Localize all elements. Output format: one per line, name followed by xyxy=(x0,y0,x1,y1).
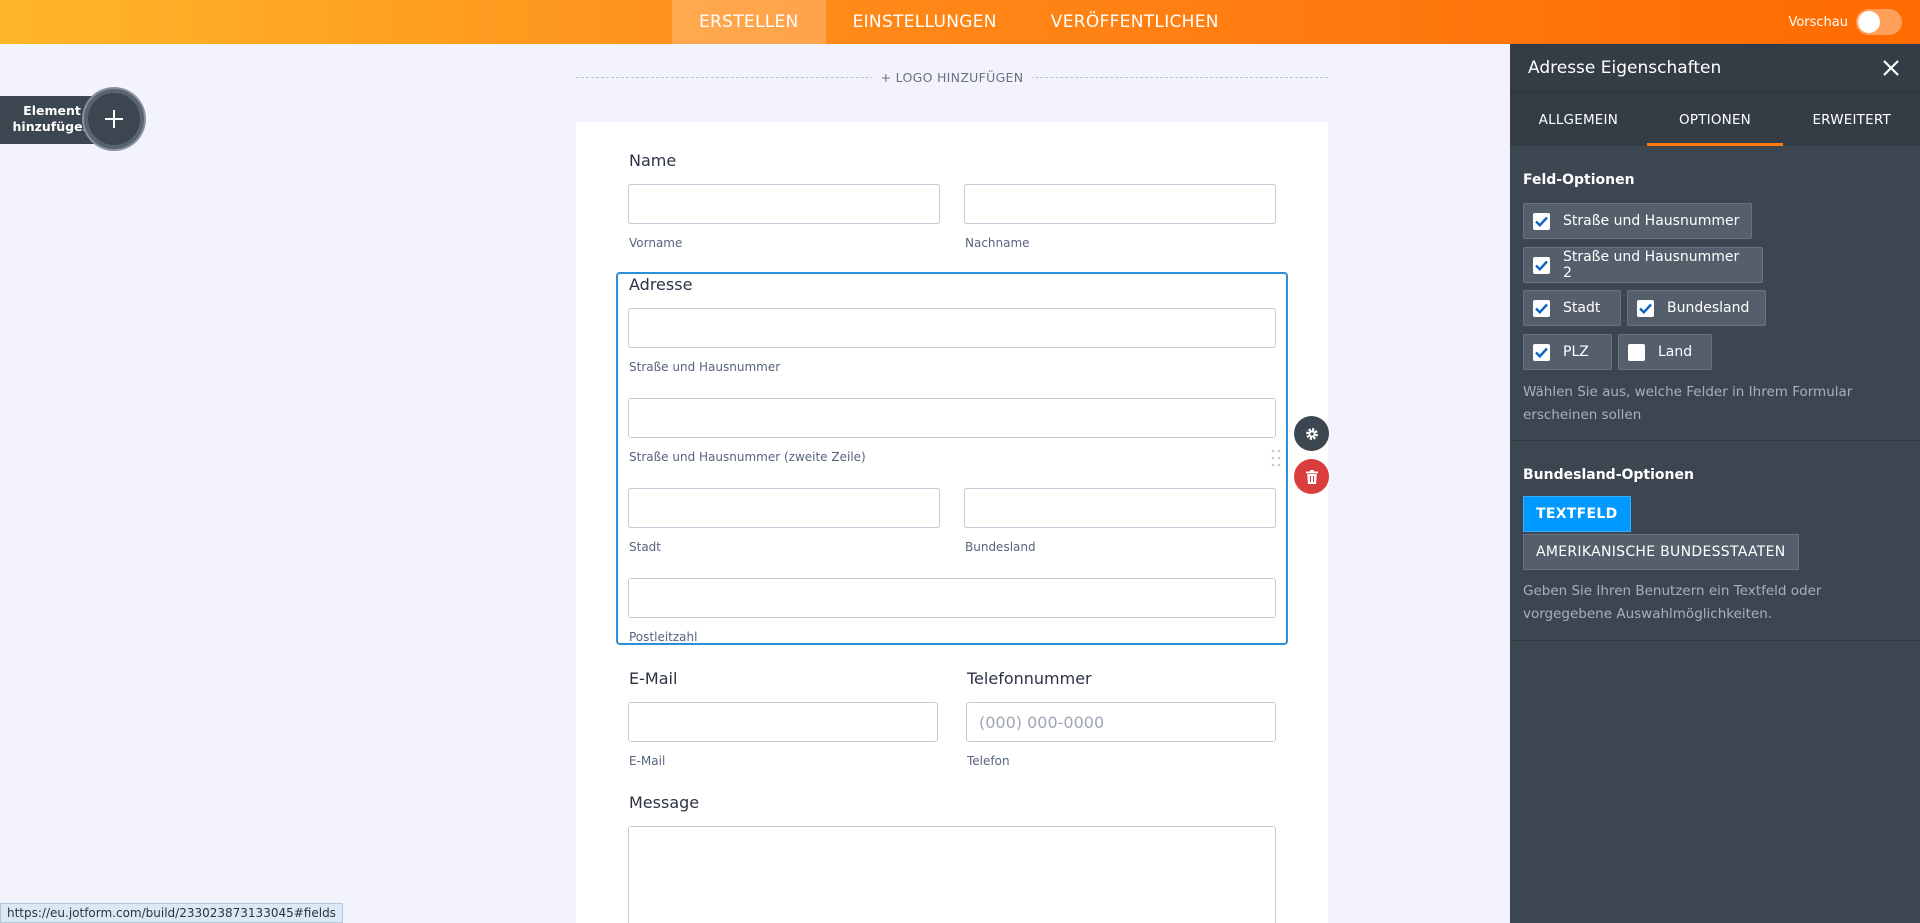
gear-icon xyxy=(1305,427,1318,440)
street-sublabel: Straße und Hausnummer xyxy=(629,360,781,374)
checkbox-unchecked-icon xyxy=(1628,343,1645,361)
top-nav: ERSTELLEN EINSTELLUNGEN VERÖFFENTLICHEN xyxy=(672,0,1246,44)
email-sublabel: E-Mail xyxy=(629,754,666,768)
tab-veroeffentlichen[interactable]: VERÖFFENTLICHEN xyxy=(1024,0,1246,44)
panel-tabs: ALLGEMEIN OPTIONEN ERWEITERT xyxy=(1510,92,1920,146)
option-country-label: Land xyxy=(1658,344,1693,360)
status-url: https://eu.jotform.com/build/23302387313… xyxy=(0,903,343,923)
close-panel-button[interactable] xyxy=(1880,57,1902,79)
preview-label: Vorschau xyxy=(1788,14,1848,30)
state-option-us-states-button[interactable]: AMERIKANISCHE BUNDESSTAATEN xyxy=(1523,534,1799,570)
panel-tab-allgemein[interactable]: ALLGEMEIN xyxy=(1510,93,1647,146)
checkbox-checked-icon xyxy=(1533,212,1550,230)
panel-tab-optionen[interactable]: OPTIONEN xyxy=(1646,93,1784,146)
add-logo-link[interactable]: + LOGO HINZUFÜGEN xyxy=(872,70,1032,85)
email-input[interactable] xyxy=(628,702,938,742)
preview-control: Vorschau xyxy=(1788,0,1902,44)
checkbox-checked-icon xyxy=(1533,343,1550,361)
tab-einstellungen[interactable]: EINSTELLUNGEN xyxy=(826,0,1024,44)
street2-input[interactable] xyxy=(628,398,1276,438)
state-input[interactable] xyxy=(964,488,1276,528)
field-options-help: Wählen Sie aus, welche Felder in Ihrem F… xyxy=(1523,384,1853,423)
option-zip-label: PLZ xyxy=(1563,344,1589,360)
state-options-help: Geben Sie Ihren Benutzern ein Textfeld o… xyxy=(1523,583,1822,622)
add-element-label-line2: hinzufügen xyxy=(12,119,92,134)
trash-icon xyxy=(1305,469,1318,484)
section-divider xyxy=(1510,640,1920,641)
option-street-label: Straße und Hausnummer xyxy=(1563,213,1740,229)
tab-erstellen[interactable]: ERSTELLEN xyxy=(672,0,826,44)
field-delete-button[interactable] xyxy=(1294,459,1329,494)
option-state[interactable]: Bundesland xyxy=(1627,290,1766,326)
last-name-input[interactable] xyxy=(964,184,1276,224)
preview-toggle[interactable] xyxy=(1856,9,1902,35)
option-city[interactable]: Stadt xyxy=(1523,290,1621,326)
panel-header: Adresse Eigenschaften xyxy=(1510,44,1920,92)
option-street2-label: Straße und Hausnummer 2 xyxy=(1562,249,1740,281)
panel-tab-erweitert[interactable]: ERWEITERT xyxy=(1783,93,1920,146)
plus-icon[interactable] xyxy=(84,89,144,149)
close-icon xyxy=(1883,60,1899,76)
last-name-sublabel: Nachname xyxy=(965,236,1030,250)
street-input[interactable] xyxy=(628,308,1276,348)
section-divider xyxy=(1510,440,1920,441)
first-name-sublabel: Vorname xyxy=(629,236,683,250)
zip-sublabel: Postleitzahl xyxy=(629,630,698,644)
field-options-title: Feld-Optionen xyxy=(1523,172,1635,188)
address-label: Adresse xyxy=(629,275,693,294)
zip-input[interactable] xyxy=(628,578,1276,618)
street2-sublabel: Straße und Hausnummer (zweite Zeile) xyxy=(629,450,866,464)
toggle-knob xyxy=(1858,11,1880,33)
message-label: Message xyxy=(629,793,700,812)
add-element-label: Element hinzufügen xyxy=(8,103,96,135)
state-options-title: Bundesland-Optionen xyxy=(1523,467,1694,483)
name-label: Name xyxy=(629,151,677,170)
field-settings-button[interactable] xyxy=(1294,416,1329,451)
phone-sublabel: Telefon xyxy=(967,754,1010,768)
checkbox-checked-icon xyxy=(1533,256,1550,274)
checkbox-checked-icon xyxy=(1637,299,1654,317)
option-street[interactable]: Straße und Hausnummer xyxy=(1523,203,1752,239)
city-input[interactable] xyxy=(628,488,940,528)
panel-title: Adresse Eigenschaften xyxy=(1528,58,1722,78)
city-sublabel: Stadt xyxy=(629,540,661,554)
option-state-label: Bundesland xyxy=(1667,300,1750,316)
phone-input[interactable] xyxy=(966,702,1276,742)
option-street2[interactable]: Straße und Hausnummer 2 xyxy=(1523,247,1763,283)
state-option-textfield-button[interactable]: TEXTFELD xyxy=(1523,496,1631,532)
checkbox-checked-icon xyxy=(1533,299,1550,317)
add-element-label-line1: Element xyxy=(23,103,81,118)
email-label: E-Mail xyxy=(629,669,678,688)
top-bar: ERSTELLEN EINSTELLUNGEN VERÖFFENTLICHEN … xyxy=(0,0,1920,44)
option-city-label: Stadt xyxy=(1563,300,1601,316)
option-country[interactable]: Land xyxy=(1618,334,1712,370)
message-textarea[interactable] xyxy=(628,826,1276,923)
phone-label: Telefonnummer xyxy=(967,669,1092,688)
state-sublabel: Bundesland xyxy=(965,540,1036,554)
drag-handle-icon[interactable] xyxy=(1270,448,1282,468)
option-zip[interactable]: PLZ xyxy=(1523,334,1612,370)
first-name-input[interactable] xyxy=(628,184,940,224)
